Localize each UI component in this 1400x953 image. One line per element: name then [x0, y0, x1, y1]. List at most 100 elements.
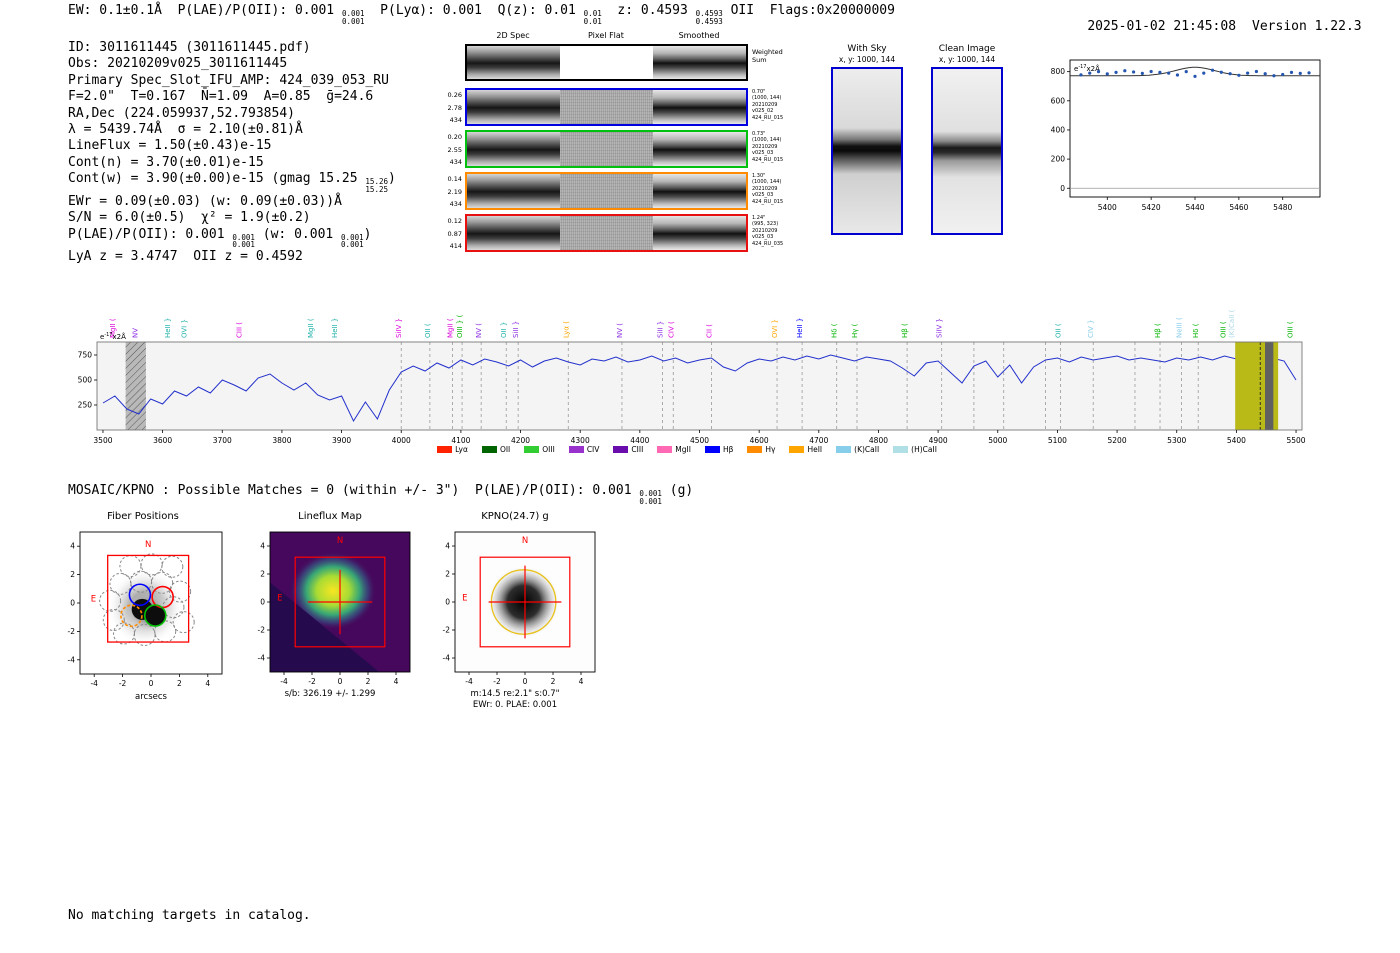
- cutout-meta-line: 424_RU_015: [752, 198, 784, 205]
- cutout-left-value: 2.19: [447, 187, 462, 196]
- svg-text:NV (: NV (: [475, 323, 483, 338]
- svg-text:CII (: CII (: [705, 324, 713, 338]
- svg-text:NeIII (: NeIII (: [1176, 317, 1184, 338]
- svg-text:0: 0: [149, 679, 154, 688]
- cutout-row-left-labels: 0.14 2.19 434: [436, 173, 462, 211]
- info-line-4: F=2.0" T=0.167 N̄=1.09 A=0.85 ḡ=24.6: [68, 89, 396, 105]
- svg-text:600: 600: [1051, 96, 1066, 105]
- spectrum-legend: Lyα OII OIII CIV CIII MgII Hβ Hγ HeII (K)CaII (H)C…: [62, 445, 1312, 454]
- legend-swatch: [747, 446, 763, 453]
- cutout-smoothed-image: [653, 132, 746, 166]
- legend-item: Hγ: [747, 445, 775, 454]
- withsky-image-panel: [831, 67, 903, 235]
- info-line-2: Obs: 20210209v025_3011611445: [68, 56, 396, 72]
- svg-text:5500: 5500: [1286, 436, 1305, 445]
- legend-swatch: [481, 446, 497, 453]
- zoom-spectrum-plot: 5400 5420 5440 5460 5480 0 200 400 600 800 e-17x2Å: [1030, 48, 1330, 227]
- svg-text:SiIV }: SiIV }: [395, 318, 403, 338]
- legend-label: (K)CaII: [854, 445, 880, 454]
- lineflux-map-chart: N E -4 -4 -2 -2 0 0 2 2 4 4: [258, 531, 411, 686]
- cleanimage-image-panel: [931, 67, 1003, 235]
- cutout-pixelflat-image: [560, 216, 653, 250]
- info-line-12-fraction: 0.001 0.001: [232, 232, 255, 250]
- svg-text:5100: 5100: [1048, 436, 1067, 445]
- svg-text:4900: 4900: [929, 436, 948, 445]
- kpno-caption-1: m:14.5 re:2.1" s:0.7": [470, 689, 560, 699]
- svg-text:-4: -4: [90, 679, 98, 688]
- cutout-meta-line: 424_RU_015: [752, 114, 784, 121]
- info-line-8: Cont(n) = 3.70(±0.01)e-15: [68, 155, 396, 171]
- svg-text:4: 4: [579, 677, 584, 686]
- svg-text:-4: -4: [258, 654, 266, 663]
- header-text: EW: 0.1±0.1Å P(LAE)/P(OII): 0.001: [68, 3, 342, 18]
- cutout-2dspec-image: [467, 90, 560, 124]
- svg-text:-2: -2: [493, 677, 501, 686]
- svg-text:4500: 4500: [690, 436, 709, 445]
- svg-text:CIV }: CIV }: [1087, 320, 1095, 338]
- svg-text:SiII }: SiII }: [512, 321, 520, 338]
- cutout-row-left-labels: 0.26 2.78 434: [436, 89, 462, 127]
- cutout-left-value: 2.55: [447, 145, 462, 154]
- column-header-smoothed: Smoothed: [678, 31, 720, 40]
- svg-text:3600: 3600: [153, 436, 172, 445]
- cutout-row: [465, 130, 748, 168]
- svg-text:E: E: [462, 594, 467, 604]
- svg-text:OIII } (: OIII } (: [456, 314, 464, 338]
- svg-text:E: E: [91, 595, 96, 605]
- header-summary-line: EW: 0.1±0.1Å P(LAE)/P(OII): 0.001 0.001 0…: [68, 3, 895, 26]
- svg-text:750: 750: [78, 351, 93, 360]
- weighted-label-line2: Sum: [752, 55, 767, 64]
- weighted-sum-label: Weighted Sum: [752, 48, 800, 64]
- info-line-5-text: RA,Dec (224.059937,52.793854): [68, 105, 295, 121]
- svg-text:N: N: [145, 540, 151, 550]
- svg-text:0: 0: [70, 599, 75, 608]
- svg-text:-2: -2: [68, 627, 76, 636]
- legend-item: OII: [481, 445, 510, 454]
- cutout-meta-line: 424_RU_035: [752, 240, 784, 247]
- svg-text:3900: 3900: [332, 436, 351, 445]
- header-meta: 2025-01-02 21:45:08 Version 1.22.3: [1056, 3, 1361, 52]
- svg-text:E: E: [277, 594, 282, 604]
- svg-text:2: 2: [551, 677, 556, 686]
- info-line-12: P(LAE)/P(OII): 0.001 0.001 0.001 (w: 0.00…: [68, 227, 396, 250]
- info-line-9: Cont(w) = 3.90(±0.00)e-15 (gmag 15.25 15…: [68, 171, 396, 194]
- mosaic-text: MOSAIC/KPNO : Possible Matches = 0 (with…: [68, 483, 640, 498]
- svg-text:Hδ (: Hδ (: [1192, 323, 1200, 338]
- cutout-row-meta: 1.30" (1000, 144) 20210209 v025_03 424_RU_01…: [752, 173, 804, 205]
- withsky-subtitle: x, y: 1000, 144: [838, 55, 896, 64]
- svg-text:4200: 4200: [511, 436, 530, 445]
- svg-text:CIV (: CIV (: [667, 321, 675, 338]
- cutout-row: [465, 88, 748, 126]
- cutout-left-value: 0.87: [447, 229, 462, 238]
- svg-text:-2: -2: [119, 679, 127, 688]
- cutout-2dspec-image: [467, 216, 560, 250]
- svg-text:OVI }: OVI }: [180, 319, 188, 338]
- cleanimage-title: Clean Image: [938, 44, 996, 54]
- header-fraction: 0.4593 0.4593: [695, 9, 723, 26]
- cutout-smoothed-image: [653, 216, 746, 250]
- info-line-7: LineFlux = 1.50(±0.43)e-15: [68, 138, 396, 154]
- full-spectrum-plot: 3500 3600 3700 3800 3900 4000 4100 4200 4300 4400…: [62, 262, 1312, 458]
- svg-text:e-17x2Å: e-17x2Å: [1074, 64, 1100, 73]
- cutout-left-value: 0.26: [447, 91, 462, 99]
- svg-text:5000: 5000: [988, 436, 1007, 445]
- footer-line1: No matching targets in catalog.: [68, 907, 311, 923]
- svg-text:0: 0: [338, 677, 343, 686]
- cutout-smoothed-image: [653, 174, 746, 208]
- cutout-left-value: 434: [449, 116, 462, 124]
- info-line-9-fraction: 15.26 15.25: [365, 177, 388, 195]
- svg-text:Hγ (: Hγ (: [851, 323, 859, 338]
- legend-swatch: [613, 446, 629, 453]
- info-line-10-text: EWr = 0.09(±0.03) (w: 0.09(±0.03))Å: [68, 193, 342, 209]
- svg-text:MgII (: MgII (: [447, 318, 455, 338]
- cutout-left-value: 2.78: [447, 103, 462, 112]
- legend-label: Hβ: [722, 445, 734, 454]
- svg-text:0: 0: [260, 598, 265, 607]
- withsky-image: [833, 69, 901, 233]
- fiber-positions-title: Fiber Positions: [107, 511, 179, 522]
- svg-text:2: 2: [70, 570, 75, 579]
- zoom-spectrum-chart: 5400 5420 5440 5460 5480 0 200 400 600 800 e-17x2Å: [1051, 59, 1321, 212]
- cutout-left-value: 0.12: [447, 217, 462, 225]
- svg-text:4800: 4800: [869, 436, 888, 445]
- info-line-3: Primary Spec_Slot_IFU_AMP: 424_039_053_R…: [68, 73, 396, 89]
